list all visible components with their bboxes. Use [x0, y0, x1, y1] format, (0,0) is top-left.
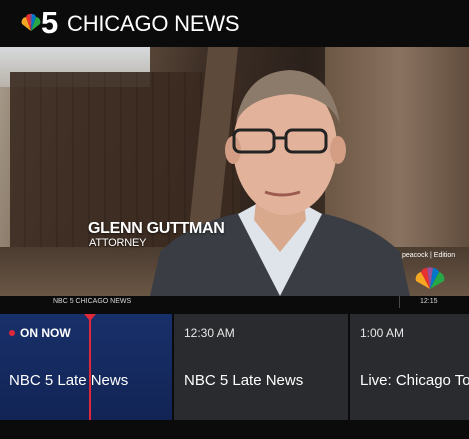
- current-time-marker-icon: [84, 314, 96, 321]
- peacock-edition-watermark: peacock | Edition: [402, 252, 456, 259]
- current-time: 12:15: [420, 298, 438, 305]
- program-title: NBC 5 Late News: [184, 372, 304, 389]
- app-header: 5 CHICAGO NEWS: [0, 0, 469, 47]
- current-time-line: [89, 314, 91, 420]
- program-guide: ON NOW NBC 5 Late News 12:30 AM NBC 5 La…: [0, 314, 469, 421]
- program-title: Live: Chicago To: [360, 372, 469, 389]
- channel-info-strip: NBC 5 CHICAGO NEWS 12:15: [0, 296, 469, 312]
- program-time: 1:00 AM: [360, 326, 405, 340]
- guide-cell-on-now[interactable]: ON NOW NBC 5 Late News: [0, 314, 172, 420]
- nbc-peacock-icon: [415, 267, 445, 289]
- lower-third-name: GLENN GUTTMAN: [88, 220, 225, 237]
- guide-cell[interactable]: 12:30 AM NBC 5 Late News: [174, 314, 348, 420]
- program-title: NBC 5 Late News: [9, 372, 129, 389]
- program-time: 12:30 AM: [184, 326, 235, 340]
- divider: [399, 296, 400, 308]
- interviewee-image: [150, 70, 410, 296]
- channel-label: NBC 5 CHICAGO NEWS: [53, 298, 132, 305]
- station-name: CHICAGO NEWS: [67, 11, 240, 36]
- on-now-label: ON NOW: [20, 326, 71, 340]
- video-player[interactable]: GLENN GUTTMAN ATTORNEY peacock | Edition: [0, 47, 469, 296]
- guide-cell[interactable]: 1:00 AM Live: Chicago To: [350, 314, 469, 420]
- channel-number: 5: [41, 5, 58, 40]
- live-dot-icon: [9, 330, 15, 336]
- lower-third-title: ATTORNEY: [89, 237, 147, 249]
- bottom-bar: [0, 421, 469, 439]
- nbc-peacock-icon: [21, 13, 41, 32]
- on-now-badge: ON NOW: [9, 326, 71, 340]
